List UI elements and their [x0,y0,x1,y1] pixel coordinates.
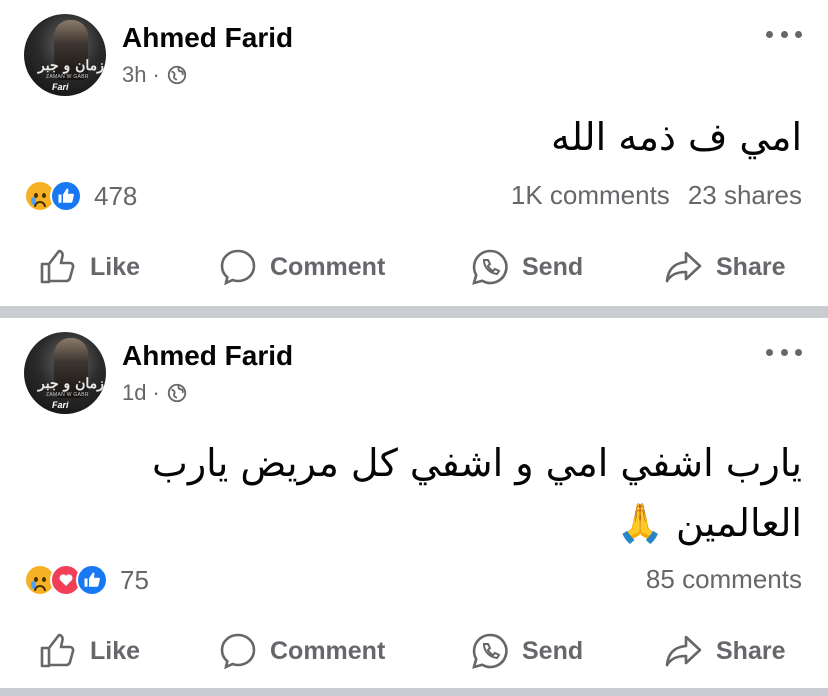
whatsapp-icon [472,633,508,669]
share-button[interactable]: Share [664,242,785,292]
share-arrow-icon [665,251,702,283]
avatar[interactable]: زمان و جبر ZAMAN W GABR Fari [24,332,106,414]
post-stats: 85 comments [646,564,802,595]
like-button[interactable]: Like [38,626,140,676]
share-label: Share [716,636,786,665]
post-divider [0,306,828,318]
comment-button[interactable]: Comment [218,242,385,292]
globe-icon [167,65,186,85]
post-text: امي ف ذمه الله [551,115,802,159]
share-label: Share [716,252,786,281]
avatar-brand: Fari [52,400,69,410]
post-time[interactable]: 3h [122,62,146,88]
author-name[interactable]: Ahmed Farid [122,340,293,372]
more-options-icon[interactable] [766,22,802,46]
post-text-line-2: العالمين 🙏 [616,501,802,545]
comment-label: Comment [270,636,386,665]
post-meta: 3h · [122,62,188,88]
like-label: Like [90,636,141,665]
avatar-logo-text: زمان و جبر [38,58,104,74]
post-card: زمان و جبر ZAMAN W GABR Fari Ahmed Farid… [0,318,828,690]
comments-count[interactable]: 85 comments [646,564,802,595]
reactions-summary[interactable]: 75 [24,564,149,596]
share-arrow-icon [665,635,702,667]
action-bar: Like Comment Send Share [0,626,828,676]
post-divider [0,688,828,696]
action-bar: Like Comment Send Share [0,242,828,292]
like-reaction-icon [76,564,108,596]
author-name[interactable]: Ahmed Farid [122,22,293,54]
send-label: Send [522,636,584,665]
avatar[interactable]: زمان و جبر ZAMAN W GABR Fari [24,14,106,96]
like-label: Like [90,252,141,281]
reaction-count: 75 [120,564,149,595]
reactions-summary[interactable]: 478 [24,180,137,212]
comment-icon [220,249,256,286]
post-meta: 1d · [122,380,188,406]
avatar-brand: Fari [52,82,69,92]
reaction-count: 478 [94,180,138,211]
whatsapp-icon [472,249,508,285]
comment-label: Comment [270,252,386,281]
avatar-logo-subtext: ZAMAN W GABR [46,392,89,398]
avatar-logo-text: زمان و جبر [38,376,104,392]
send-button[interactable]: Send [470,626,583,676]
thumbs-up-icon [40,249,75,284]
post-card: زمان و جبر ZAMAN W GABR Fari Ahmed Farid… [0,0,828,306]
send-button[interactable]: Send [470,242,583,292]
comment-icon [220,633,256,670]
avatar-logo-subtext: ZAMAN W GABR [46,74,89,80]
comment-button[interactable]: Comment [218,626,385,676]
send-label: Send [522,252,584,281]
meta-separator: · [152,62,160,87]
like-reaction-icon [50,180,82,212]
thumbs-up-icon [40,633,75,668]
shares-count[interactable]: 23 shares [688,180,802,211]
globe-icon [167,383,186,403]
meta-separator: · [152,380,160,405]
post-time[interactable]: 1d [122,380,146,406]
post-text-line-1: يارب اشفي امي و اشفي كل مريض يارب [152,441,802,485]
share-button[interactable]: Share [664,626,785,676]
more-options-icon[interactable] [766,340,802,364]
post-stats: 1K comments 23 shares [511,180,802,211]
comments-count[interactable]: 1K comments [511,180,670,211]
like-button[interactable]: Like [38,242,140,292]
